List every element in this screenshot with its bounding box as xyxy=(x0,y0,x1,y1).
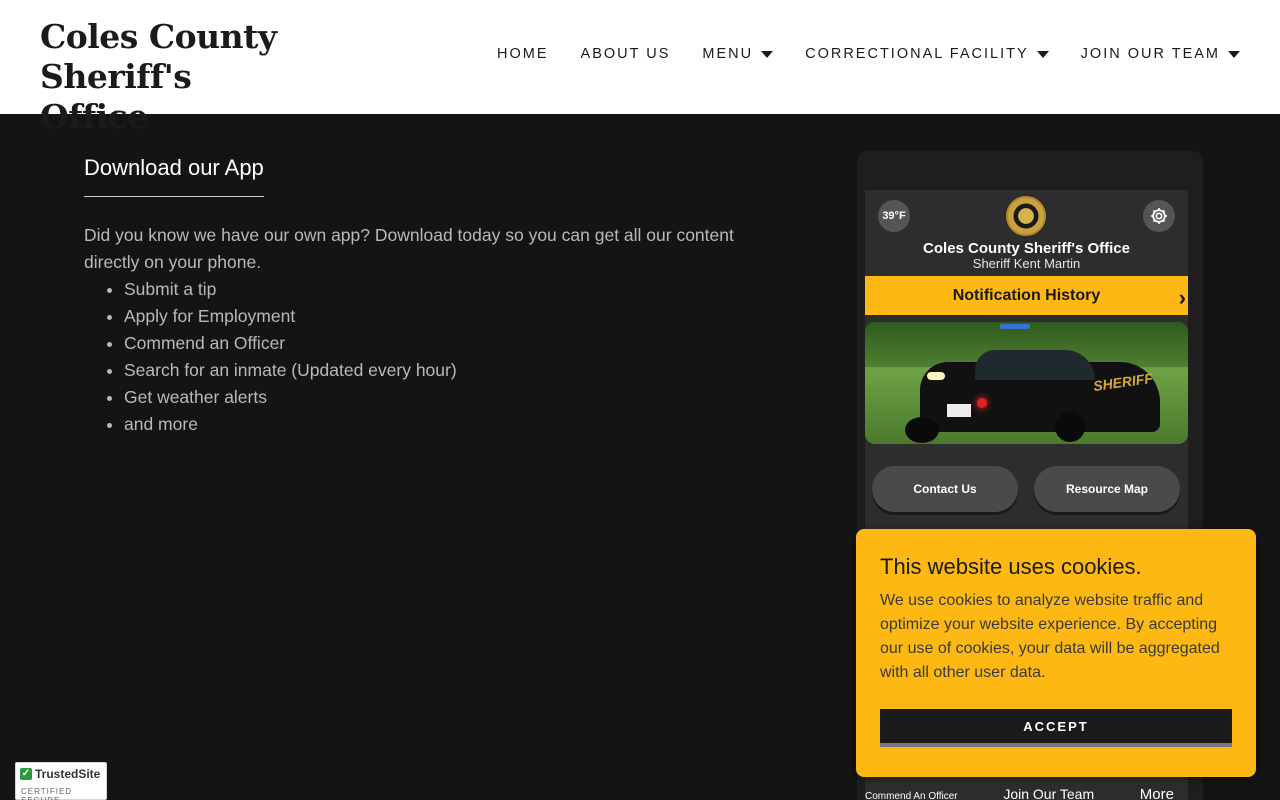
cookie-title: This website uses cookies. xyxy=(880,554,1142,579)
nav-menu-label: MENU xyxy=(702,46,754,62)
feature-list: Submit a tip Apply for Employment Commen… xyxy=(124,276,457,438)
section-title: Download our App xyxy=(84,155,264,180)
intro-text: Did you know we have our own app? Downlo… xyxy=(84,225,734,272)
temperature-badge: 39°F xyxy=(878,200,910,232)
nav-about-us-label: ABOUT US xyxy=(580,46,671,62)
more-label: More xyxy=(1139,786,1174,800)
nav-correctional-facility-label: CORRECTIONAL FACILITY xyxy=(805,46,1029,62)
notification-history-label: Notification History xyxy=(952,286,1101,304)
accept-cookies-button[interactable]: ACCEPT xyxy=(880,709,1232,747)
brand-line-2: Sheriff's Office xyxy=(40,57,192,136)
vehicle-wheel xyxy=(905,417,939,443)
chevron-right-icon: › xyxy=(1178,285,1186,310)
contact-us-app-button: Contact Us xyxy=(872,466,1018,512)
trustedsite-name: ✓ TrustedSite xyxy=(20,767,100,781)
app-bottom-labels: Commend An Officer Join Our Team More xyxy=(865,786,1188,800)
join-team-label: Join Our Team xyxy=(1003,786,1095,800)
vehicle-lightbar xyxy=(1000,324,1030,329)
trustedsite-caption: CERTIFIED SECURE xyxy=(21,787,73,800)
list-item: Get weather alerts xyxy=(124,384,457,411)
trustedsite-label: TrustedSite xyxy=(35,767,101,781)
nav-menu[interactable]: MENU xyxy=(702,46,774,62)
brand-line-1: Coles County xyxy=(40,17,277,56)
app-title: Coles County Sheriff's Office xyxy=(923,240,1130,257)
gear-icon xyxy=(1143,200,1175,232)
vehicle-red-light xyxy=(977,398,987,408)
caret-down-icon xyxy=(1036,50,1049,58)
vehicle-plate xyxy=(947,404,971,417)
cookie-banner: This website uses cookies. We use cookie… xyxy=(856,529,1256,777)
cookie-text: We use cookies to analyze website traffi… xyxy=(880,592,1220,681)
vehicle-headlight xyxy=(927,372,945,380)
caret-down-icon xyxy=(761,50,774,58)
nav-home-label: HOME xyxy=(497,46,549,62)
nav-home[interactable]: HOME xyxy=(497,46,549,62)
sheriff-badge-logo xyxy=(1006,196,1046,236)
nav-join-our-team-label: JOIN OUR TEAM xyxy=(1080,46,1220,62)
commend-officer-label: Commend An Officer xyxy=(865,791,958,800)
list-item: Search for an inmate (Updated every hour… xyxy=(124,357,457,384)
nav-correctional-facility[interactable]: CORRECTIONAL FACILITY xyxy=(805,46,1049,62)
resource-map-app-button: Resource Map xyxy=(1034,466,1180,512)
vehicle-window xyxy=(975,350,1095,380)
list-item: Commend an Officer xyxy=(124,330,457,357)
list-item: Apply for Employment xyxy=(124,303,457,330)
caret-down-icon xyxy=(1228,50,1240,58)
trustedsite-badge[interactable]: ✓ TrustedSite CERTIFIED SECURE xyxy=(15,762,107,800)
site-header: Coles County Sheriff's Office HOME ABOUT… xyxy=(0,0,1280,136)
patrol-vehicle-image: SHERIFF xyxy=(865,322,1188,444)
app-subtitle: Sheriff Kent Martin xyxy=(972,256,1081,271)
vehicle-wheel xyxy=(1055,412,1085,442)
list-item: Submit a tip xyxy=(124,276,457,303)
notification-history-bar: Notification History › xyxy=(865,276,1188,315)
nav-about-us[interactable]: ABOUT US xyxy=(581,46,671,62)
list-item: and more xyxy=(124,411,457,438)
main-nav: HOME ABOUT US MENU CORRECTIONAL FACILITY… xyxy=(465,46,1240,62)
nav-join-our-team[interactable]: JOIN OUR TEAM xyxy=(1081,46,1240,62)
check-icon: ✓ xyxy=(20,768,32,780)
title-divider xyxy=(84,196,264,197)
site-logo-text[interactable]: Coles County Sheriff's Office xyxy=(40,17,300,137)
